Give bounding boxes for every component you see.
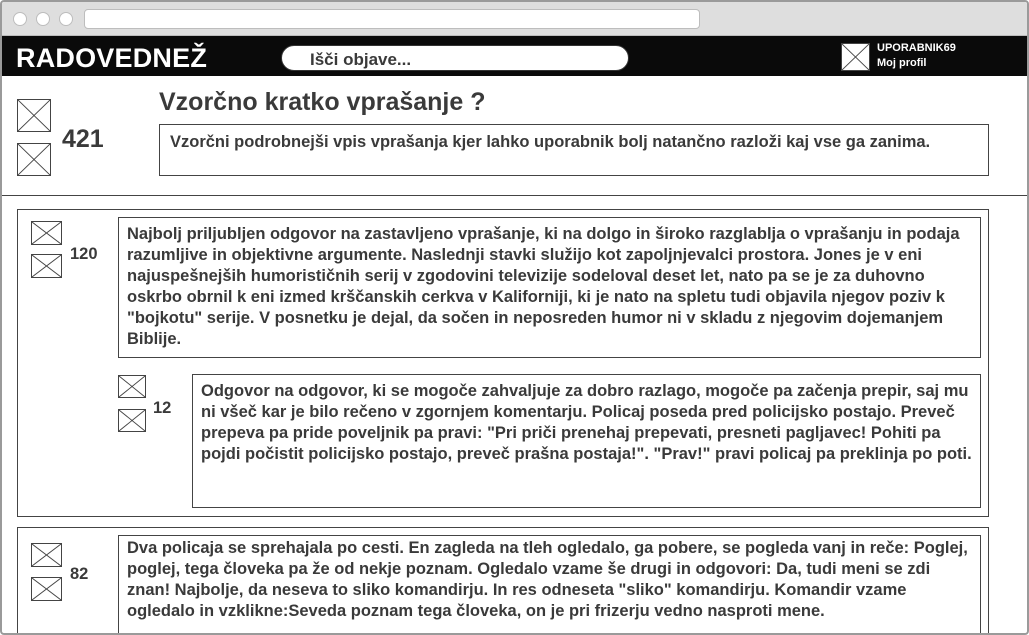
answer-text: Dva policaja se sprehajala po cesti. En … <box>118 535 981 633</box>
downvote-icon[interactable] <box>118 409 146 432</box>
downvote-icon[interactable] <box>31 577 62 601</box>
answer-vote-count: 82 <box>70 565 89 583</box>
avatar[interactable] <box>841 43 870 71</box>
window-close-button[interactable] <box>13 12 27 26</box>
site-logo[interactable]: RADOVEDNEŽ <box>16 43 207 74</box>
reply-vote-count: 12 <box>153 399 172 417</box>
divider <box>2 195 1027 196</box>
answer-card: 82 Dva policaja se sprehajala po cesti. … <box>17 527 989 633</box>
upvote-icon[interactable] <box>118 375 146 398</box>
question-body: Vzorčni podrobnejši vpis vprašanja kjer … <box>159 124 989 176</box>
downvote-icon[interactable] <box>17 143 51 176</box>
site-header: RADOVEDNEŽ Išči objave... UPORABNIK69 Mo… <box>2 36 1027 76</box>
search-input[interactable]: Išči objave... <box>281 45 629 71</box>
browser-toolbar <box>2 2 1027 36</box>
upvote-icon[interactable] <box>17 99 51 132</box>
question-vote-count: 421 <box>62 125 104 153</box>
answer-text: Najbolj priljubljen odgovor na zastavlje… <box>118 217 981 358</box>
window-maximize-button[interactable] <box>59 12 73 26</box>
username-label[interactable]: UPORABNIK69 <box>877 42 956 54</box>
upvote-icon[interactable] <box>31 543 62 567</box>
question-title: Vzorčno kratko vprašanje ? <box>159 88 486 116</box>
browser-window: RADOVEDNEŽ Išči objave... UPORABNIK69 Mo… <box>0 0 1029 635</box>
search-placeholder: Išči objave... <box>310 50 412 69</box>
address-bar[interactable] <box>84 9 700 29</box>
reply-text: Odgovor na odgovor, ki se mogoče zahvalj… <box>192 374 981 508</box>
my-profile-link[interactable]: Moj profil <box>877 57 927 69</box>
answer-card: 120 Najbolj priljubljen odgovor na zasta… <box>17 209 989 517</box>
answer-vote-count: 120 <box>70 245 98 263</box>
downvote-icon[interactable] <box>31 254 62 278</box>
window-minimize-button[interactable] <box>36 12 50 26</box>
upvote-icon[interactable] <box>31 221 62 245</box>
